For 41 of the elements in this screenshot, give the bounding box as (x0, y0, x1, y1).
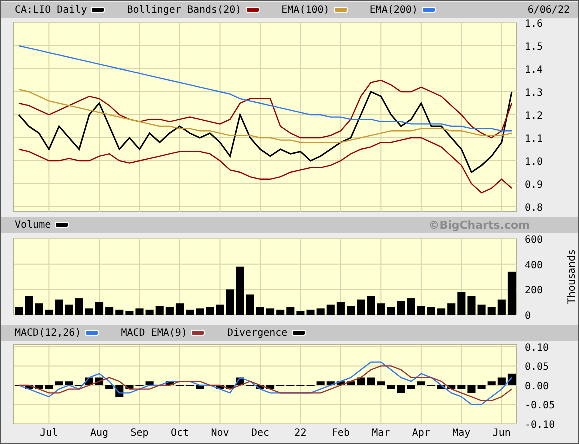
month-label: Nov (211, 428, 230, 439)
legend-label: EMA(100) (282, 4, 330, 16)
axis-label: 0.05 (525, 362, 550, 374)
axis-label: -0.10 (525, 420, 556, 431)
month-label: Dec (251, 428, 270, 439)
month-label: Sep (130, 428, 149, 439)
axis-label: 400 (525, 260, 544, 272)
month-label: Jul (40, 428, 58, 439)
month-label: Jun (492, 428, 511, 439)
axis-label: 0.9 (525, 180, 544, 191)
credit-text: ©BigCharts.com (428, 218, 530, 232)
axis-label: 1.0 (525, 156, 544, 168)
axis-label: 1.3 (525, 88, 544, 99)
axis-label: 0.10 (525, 342, 550, 354)
axis-label: -0.05 (525, 400, 556, 412)
legend-label: MACD EMA(9) (121, 328, 188, 338)
legend-label: Bollinger Bands(20) (127, 4, 242, 16)
month-label: May (452, 428, 471, 439)
legend-label: MACD(12,26) (15, 328, 82, 338)
month-label: Aug (90, 428, 109, 439)
axis-label: 1.2 (525, 110, 544, 122)
axis-label: 1.6 (525, 19, 544, 30)
legend-label: Volume (15, 220, 52, 230)
month-label: Apr (412, 428, 430, 439)
month-label: 22 (294, 428, 307, 439)
month-label: Mar (372, 428, 390, 439)
month-label: Oct (170, 428, 190, 439)
axis-label: 1.4 (525, 64, 544, 76)
chart-date: 6/06/22 (528, 4, 570, 16)
axis-label: 600 (525, 235, 544, 246)
axis-label: 1.5 (525, 42, 544, 53)
month-label: Feb (332, 428, 350, 439)
axis-label: 0.8 (525, 202, 544, 214)
legend-label: CA:LIO Daily (15, 4, 88, 16)
axis-label: 1.1 (525, 134, 544, 145)
axis-label: 0 (525, 311, 532, 321)
legend-label: Divergence (227, 328, 288, 338)
axis-label: 200 (525, 286, 544, 297)
legend-label: EMA(200) (370, 4, 418, 16)
axis-title: Thousands (567, 250, 578, 304)
axis-label: 0.00 (525, 381, 550, 392)
